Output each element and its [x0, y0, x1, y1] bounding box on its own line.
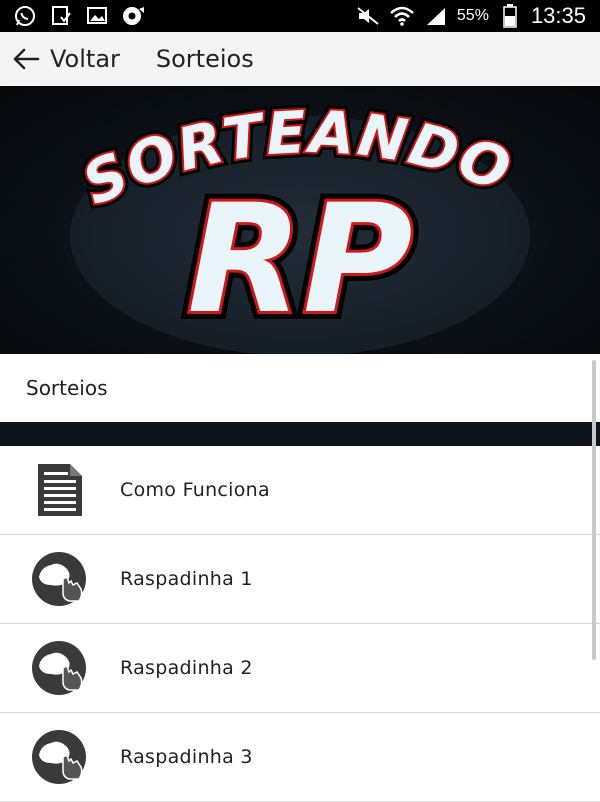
- download-check-icon: [48, 5, 74, 27]
- list-item-label: Como Funciona: [120, 479, 270, 501]
- list-item-raspadinha-1[interactable]: Raspadinha 1: [0, 535, 600, 624]
- whatsapp-icon: [12, 5, 38, 27]
- menu-list: Como Funciona Raspadinha 1 Raspadinha 2: [0, 446, 600, 802]
- wifi-icon: [389, 5, 415, 27]
- gallery-icon: [84, 5, 110, 27]
- logo-main-text: RP: [187, 173, 412, 347]
- list-item-label: Raspadinha 3: [120, 746, 253, 768]
- list-item-label: Raspadinha 2: [120, 657, 253, 679]
- battery-percent: 55%: [456, 7, 489, 24]
- app-bar: Voltar Sorteios: [0, 32, 600, 86]
- list-item-raspadinha-3[interactable]: Raspadinha 3: [0, 713, 600, 802]
- document-icon: [28, 458, 92, 522]
- battery-icon: [497, 4, 523, 28]
- clock: 13:35: [530, 3, 586, 28]
- play-store-icon: [120, 5, 146, 27]
- section-title: Sorteios: [26, 376, 108, 400]
- list-item-como-funciona[interactable]: Como Funciona: [0, 446, 600, 535]
- scratch-card-icon: [28, 725, 92, 789]
- back-label: Voltar: [50, 45, 120, 73]
- back-button[interactable]: Voltar: [0, 45, 120, 73]
- list-item-label: Raspadinha 1: [120, 568, 253, 590]
- mute-icon: [355, 5, 381, 27]
- page-title: Sorteios: [155, 45, 254, 73]
- list-item-raspadinha-2[interactable]: Raspadinha 2: [0, 624, 600, 713]
- divider-strip: [0, 422, 600, 446]
- scrollbar[interactable]: [592, 360, 596, 660]
- scratch-card-icon: [28, 547, 92, 611]
- sorteando-rp-logo: SORTEANDO SORTEANDO RP RP: [68, 93, 530, 354]
- signal-icon: [423, 5, 449, 27]
- arrow-left-icon: [12, 47, 40, 71]
- banner-image: SORTEANDO SORTEANDO RP RP: [0, 86, 600, 354]
- section-header: Sorteios: [0, 354, 600, 422]
- status-bar: 55% 13:35: [0, 0, 600, 32]
- scratch-card-icon: [28, 636, 92, 700]
